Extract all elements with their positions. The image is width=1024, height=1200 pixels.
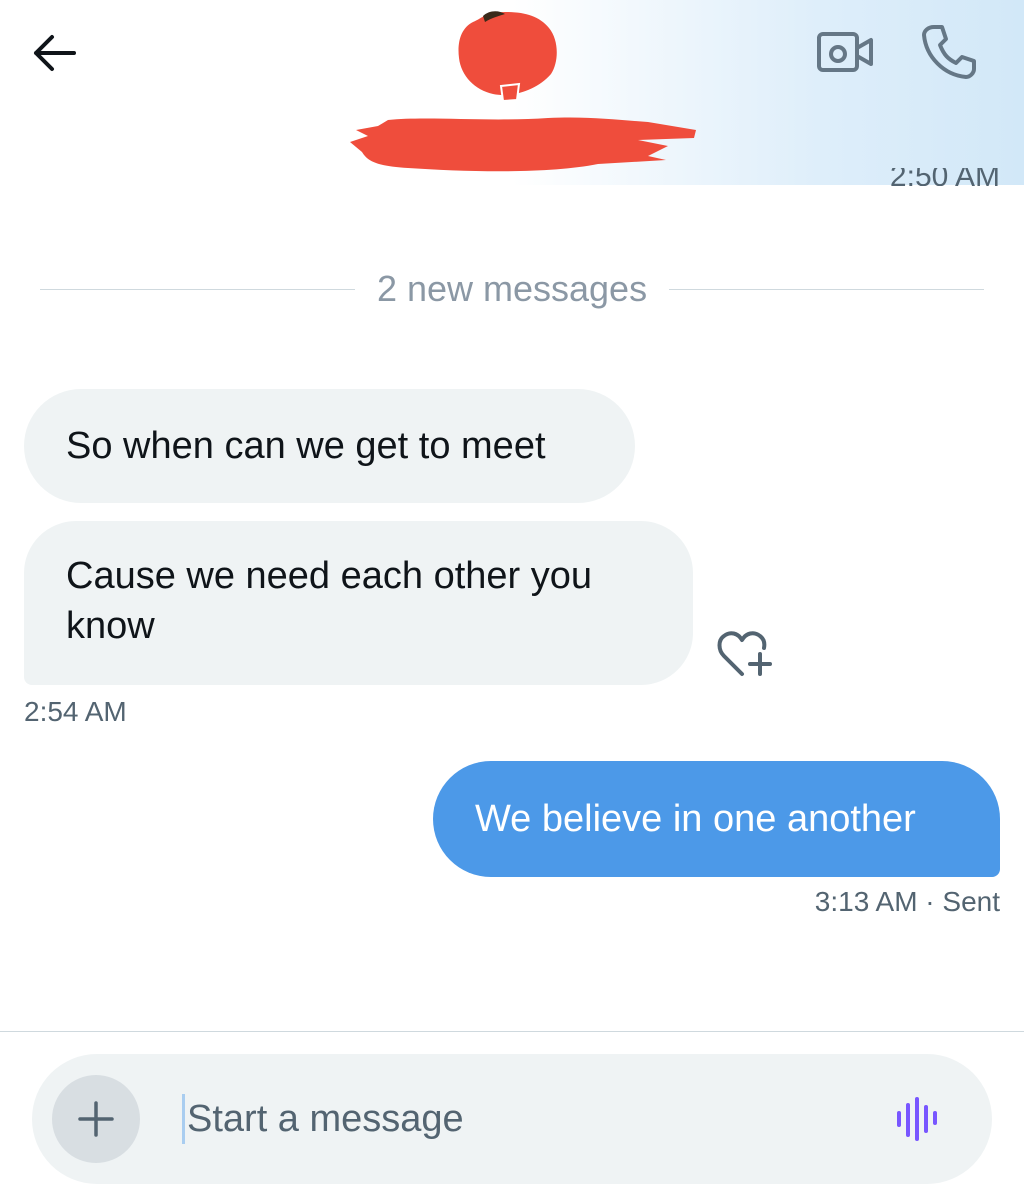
incoming-message-bubble[interactable]: Cause we need each other you know [24,521,693,685]
incoming-message-bubble[interactable]: So when can we get to meet [24,389,635,503]
voice-message-button[interactable] [890,1092,944,1146]
arrow-left-icon [34,35,76,71]
message-composer [32,1054,992,1184]
outgoing-message-bubble[interactable]: We believe in one another [433,761,1000,877]
video-call-button[interactable] [812,24,878,80]
plus-icon [78,1101,114,1137]
outgoing-status: 3:13 AM · Sent [815,886,1000,918]
add-media-button[interactable] [52,1075,140,1163]
voice-wave-icon [897,1097,937,1141]
video-camera-icon [817,32,873,72]
composer-separator [0,1031,1024,1032]
new-messages-divider: 2 new messages [40,262,985,316]
phone-icon [922,25,976,79]
react-button[interactable] [716,628,776,680]
divider-line-right [669,288,985,290]
new-messages-label: 2 new messages [376,268,648,309]
previous-timestamp: 2:50 AM [889,168,1000,186]
message-input[interactable] [187,1097,827,1141]
back-button[interactable] [24,28,84,78]
heart-plus-icon [717,631,772,676]
outgoing-timestamp: 3:13 AM [814,886,918,917]
sent-status: · Sent [925,886,1000,917]
divider-line-left [40,288,355,290]
name-redaction [350,117,696,172]
incoming-timestamp: 2:54 AM [24,696,127,727]
message-input-wrap [182,1088,842,1150]
conversation-header [0,0,1024,185]
avatar[interactable] [455,10,559,102]
text-caret [182,1094,185,1144]
voice-call-button[interactable] [914,22,984,82]
